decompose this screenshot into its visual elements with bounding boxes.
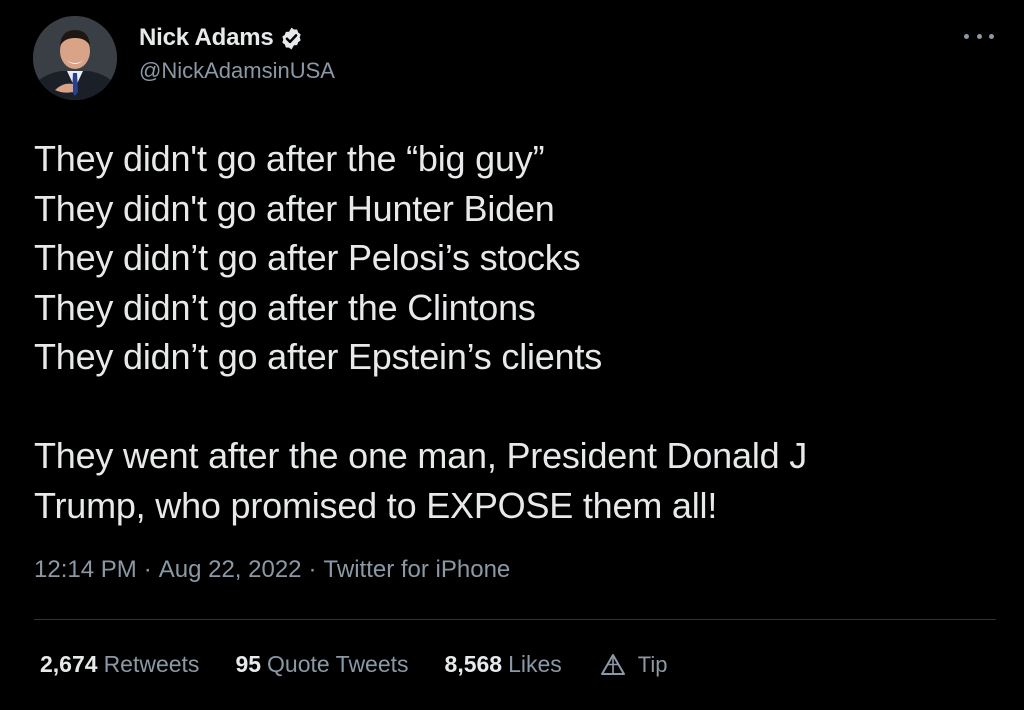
avatar[interactable] [33,16,117,100]
tip-label: Tip [637,651,668,677]
tweet-line: They didn’t go after the Clintons [34,286,536,328]
tweet-text: They didn't go after the “big guy” They … [34,134,994,530]
tweet-line: They didn't go after the “big guy” [34,138,545,179]
tweet-header: Nick Adams @NickAdamsinUSA [33,16,335,100]
more-dot [964,33,969,39]
quote-tweets-stat[interactable]: 95 Quote Tweets [235,651,408,678]
tweet-metadata: 12:14 PM · Aug 22, 2022 · Twitter for iPhone [34,556,510,584]
tweet-card: Nick Adams @NickAdamsinUSA They didn't g… [0,0,1024,710]
more-options-icon[interactable] [964,26,994,46]
profile-photo-icon [33,16,117,100]
quote-tweets-label: Quote Tweets [267,651,409,677]
tweet-source[interactable]: Twitter for iPhone [324,556,511,583]
tweet-line: They didn't go after Hunter Biden [34,187,555,229]
retweets-label: Retweets [103,651,200,677]
stats-divider [34,619,996,620]
tweet-line: They went after the one man, President D… [34,435,808,476]
meta-separator: · [308,556,317,583]
tip-button[interactable]: Tip [600,652,668,678]
engagement-stats: 2,674 Retweets 95 Quote Tweets 8,568 Lik… [40,651,668,678]
more-dot [976,33,982,39]
tweet-time[interactable]: 12:14 PM [34,556,137,583]
tweet-date[interactable]: Aug 22, 2022 [159,556,302,583]
tweet-line: Trump, who promised to EXPOSE them all! [34,484,718,526]
tweet-line: They didn’t go after Epstein’s clients [34,336,603,377]
author-display-name[interactable]: Nick Adams [139,24,274,52]
tip-icon [600,653,625,675]
likes-count: 8,568 [444,651,503,677]
name-row: Nick Adams [139,22,335,54]
tweet-line: They didn’t go after Pelosi’s stocks [34,237,581,278]
likes-label: Likes [508,651,562,677]
retweets-count: 2,674 [40,651,98,677]
quote-tweets-count: 95 [235,651,262,677]
retweets-stat[interactable]: 2,674 Retweets [40,651,199,678]
author-names: Nick Adams @NickAdamsinUSA [139,22,335,84]
author-handle[interactable]: @NickAdamsinUSA [139,58,335,84]
meta-separator: · [143,556,152,583]
more-dot [989,33,994,39]
verified-badge-icon [279,26,304,51]
likes-stat[interactable]: 8,568 Likes [445,651,562,678]
